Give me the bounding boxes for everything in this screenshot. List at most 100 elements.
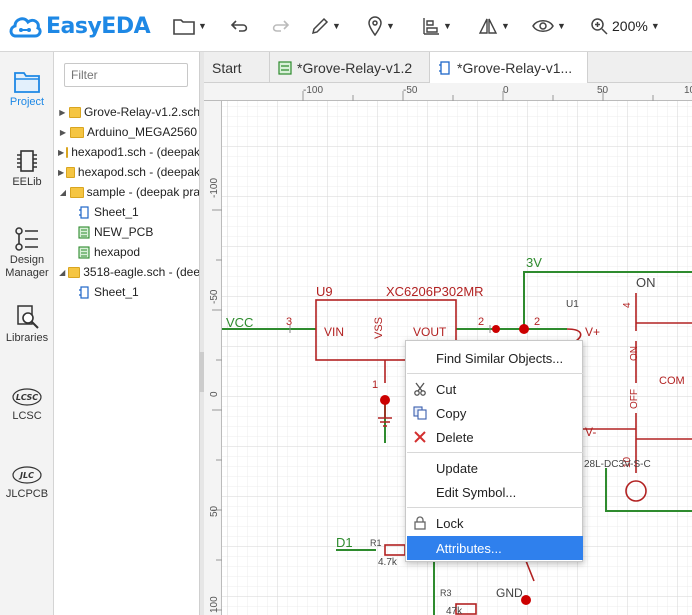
designator-u1: U1 bbox=[566, 299, 579, 310]
chevron-down-icon: ▼ bbox=[198, 21, 207, 31]
menu-item-delete[interactable]: Delete bbox=[407, 425, 583, 449]
cloud-logo-icon bbox=[9, 17, 42, 38]
pcb-file-icon bbox=[78, 245, 90, 259]
tab-grove-relay-pcb[interactable]: *Grove-Relay-v1.2 bbox=[270, 52, 430, 83]
pin-number-2: 2 bbox=[478, 316, 485, 328]
tree-item[interactable]: Sheet_1 bbox=[54, 202, 199, 222]
ruler-left-label: -100 bbox=[209, 177, 220, 198]
undo-button[interactable] bbox=[230, 14, 250, 38]
expand-arrow-right-icon[interactable]: ▶ bbox=[58, 128, 68, 137]
menu-item-edit-symbol[interactable]: Edit Symbol... bbox=[407, 480, 583, 504]
sidebar-item-jlcpcb[interactable]: JLC JLCPCB bbox=[0, 464, 54, 500]
net-label-vcc: VCC bbox=[226, 315, 254, 330]
pin-label-vss: VSS bbox=[373, 316, 385, 339]
expand-arrow-down-icon[interactable]: ◢ bbox=[58, 188, 68, 197]
pin-number-2b: 2 bbox=[534, 316, 541, 328]
designator-r1: R1 bbox=[370, 538, 382, 548]
ruler-left: -100 -50 0 50 100 bbox=[204, 101, 222, 615]
align-button[interactable]: ▼ bbox=[422, 14, 452, 38]
tree-item[interactable]: NEW_PCB bbox=[54, 222, 199, 242]
easyeda-logo[interactable]: EasyEDA bbox=[8, 10, 151, 42]
pencil-icon bbox=[311, 17, 329, 35]
file-menu-button[interactable]: ▼ bbox=[173, 14, 207, 38]
menu-separator bbox=[407, 373, 583, 374]
expand-arrow-right-icon[interactable]: ▶ bbox=[58, 148, 64, 157]
align-icon bbox=[423, 18, 439, 35]
tab-start[interactable]: Start bbox=[204, 52, 270, 83]
top-toolbar: EasyEDA ▼ ▼ ▼ ▼ ▼ ▼ 200% ▼ bbox=[0, 0, 692, 52]
tree-item[interactable]: ◢ 3518-eagle.sch - (dee bbox=[54, 262, 199, 282]
pcb-tab-icon bbox=[278, 60, 292, 75]
undo-icon bbox=[230, 20, 248, 32]
folder-icon bbox=[68, 106, 81, 118]
expand-arrow-down-icon[interactable]: ◢ bbox=[58, 268, 66, 277]
sidebar-item-lcsc[interactable]: LCSC LCSC bbox=[0, 386, 54, 422]
menu-item-lock[interactable]: Lock bbox=[407, 511, 583, 535]
zoom-button[interactable]: 200% ▼ bbox=[590, 14, 660, 38]
expand-arrow-right-icon[interactable]: ▶ bbox=[58, 108, 67, 117]
logo-text: EasyEDA bbox=[46, 13, 151, 39]
ruler-top-label: 100 bbox=[684, 85, 692, 96]
menu-item-update[interactable]: Update bbox=[407, 456, 583, 480]
tab-label: *Grove-Relay-v1.2 bbox=[297, 59, 413, 76]
menu-item-find-similar[interactable]: Find Similar Objects... bbox=[407, 346, 583, 370]
ruler-top-label: -50 bbox=[403, 85, 418, 96]
tree-item[interactable]: ▶ hexapod.sch - (deepak bbox=[54, 162, 200, 182]
ruler-top-label: 50 bbox=[597, 85, 609, 96]
document-tabs: Start *Grove-Relay-v1.2 *Grove-Relay-v1.… bbox=[204, 52, 692, 83]
designator-u9: U9 bbox=[316, 284, 333, 299]
project-panel: ▶Grove-Relay-v1.2.sch▶Arduino_MEGA2560▶h… bbox=[54, 52, 200, 615]
menu-separator bbox=[407, 507, 583, 508]
folder-icon bbox=[66, 146, 69, 158]
view-button[interactable]: ▼ bbox=[532, 14, 566, 38]
tree-item-label: Grove-Relay-v1.2.sch bbox=[83, 105, 200, 119]
location-pin-icon bbox=[368, 16, 382, 36]
sidebar-item-project[interactable]: Project bbox=[0, 70, 54, 108]
folder-icon bbox=[70, 126, 84, 138]
menu-item-copy[interactable]: Copy bbox=[407, 401, 583, 425]
tab-grove-relay-schematic[interactable]: *Grove-Relay-v1... bbox=[430, 52, 588, 83]
tree-item[interactable]: Sheet_1 bbox=[54, 282, 199, 302]
tree-item-label: hexapod bbox=[94, 245, 141, 259]
menu-item-attributes[interactable]: Attributes... bbox=[407, 536, 583, 560]
tab-label: *Grove-Relay-v1... bbox=[457, 59, 573, 76]
svg-text:JLC: JLC bbox=[18, 471, 34, 480]
pin-number-3: 3 bbox=[286, 316, 293, 328]
tree-item[interactable]: ◢ sample - (deepak pra bbox=[54, 182, 199, 202]
design-manager-icon bbox=[15, 227, 38, 251]
sidebar-item-libraries[interactable]: Libraries bbox=[0, 304, 54, 344]
redo-button[interactable] bbox=[270, 14, 290, 38]
tree-item[interactable]: ▶ Arduino_MEGA2560 bbox=[54, 122, 199, 142]
part-name: XC6206P302MR bbox=[386, 284, 484, 299]
tree-item[interactable]: ▶ hexapod1.sch - (deepak bbox=[54, 142, 199, 162]
chip-icon bbox=[17, 150, 37, 172]
sidebar-item-eelib[interactable]: EELib bbox=[0, 148, 54, 188]
pin-number-1: 1 bbox=[372, 379, 379, 391]
lock-icon bbox=[414, 516, 426, 530]
sidebar-item-design-manager[interactable]: Design Manager bbox=[0, 226, 54, 280]
chevron-down-icon: ▼ bbox=[386, 21, 395, 31]
menu-item-cut[interactable]: Cut bbox=[407, 377, 583, 401]
chevron-down-icon: ▼ bbox=[443, 21, 452, 31]
tree-item-label: hexapod.sch - (deepak bbox=[77, 165, 200, 179]
tree-item[interactable]: ▶ Grove-Relay-v1.2.sch bbox=[54, 102, 200, 122]
ruler-left-label: 50 bbox=[209, 505, 220, 517]
schematic-sheet-icon bbox=[79, 285, 89, 299]
designator-r3: R3 bbox=[440, 588, 452, 598]
project-icon bbox=[14, 72, 40, 93]
menu-item-label: Attributes... bbox=[436, 540, 502, 556]
draw-tools-button[interactable]: ▼ bbox=[311, 14, 341, 38]
folder-open-icon bbox=[68, 266, 81, 278]
pin-label-vout: VOUT bbox=[413, 325, 447, 339]
ruler-top-label: 0 bbox=[503, 85, 509, 96]
place-tools-button[interactable]: ▼ bbox=[367, 14, 395, 38]
sidebar-item-label: Design Manager bbox=[5, 254, 49, 279]
sidebar-item-label: Libraries bbox=[5, 332, 49, 344]
tree-item[interactable]: hexapod bbox=[54, 242, 199, 262]
pin-label-off: OFF bbox=[629, 389, 640, 409]
flip-button[interactable]: ▼ bbox=[478, 14, 510, 38]
filter-input[interactable] bbox=[64, 63, 188, 87]
tab-label: Start bbox=[212, 59, 242, 76]
expand-arrow-right-icon[interactable]: ▶ bbox=[58, 168, 64, 177]
flip-icon bbox=[478, 18, 498, 34]
